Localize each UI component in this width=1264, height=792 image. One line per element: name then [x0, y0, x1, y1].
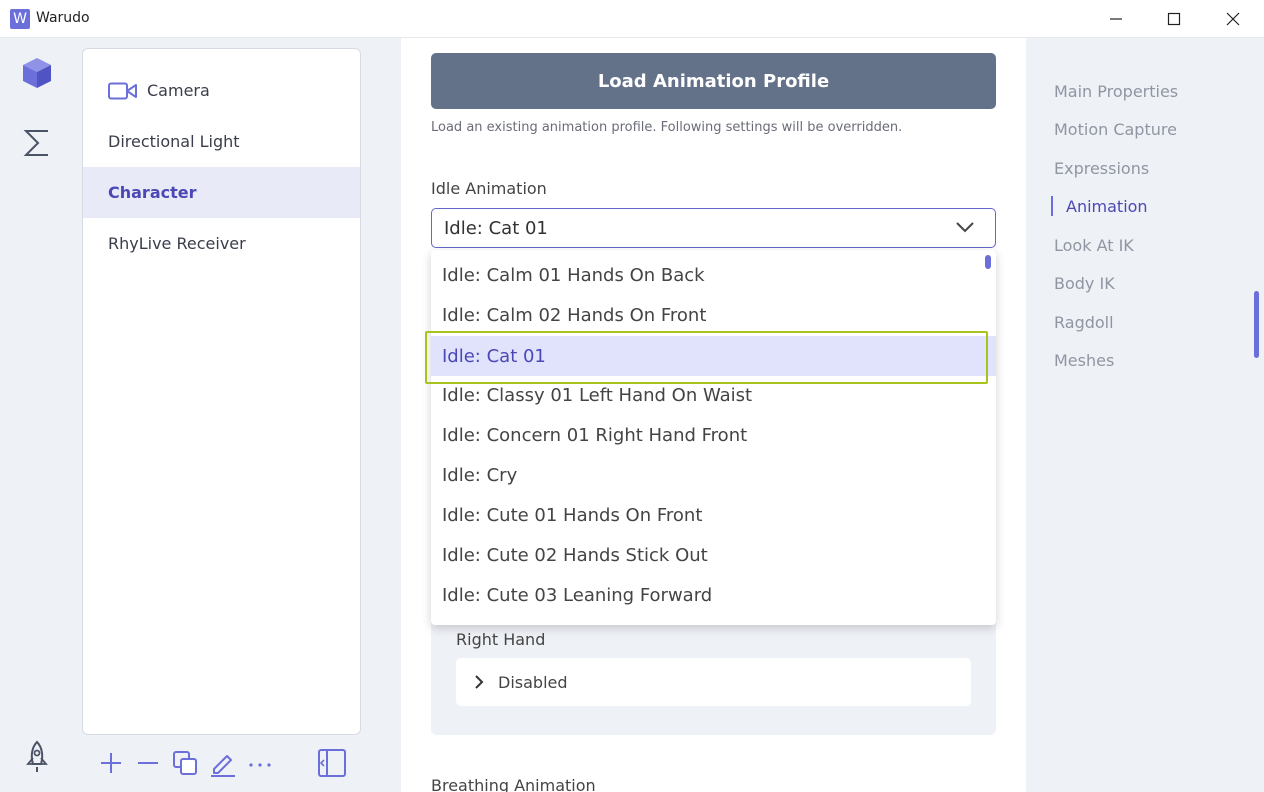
nav-look-at-ik[interactable]: Look At IK [1054, 236, 1134, 255]
dropdown-option[interactable]: Idle: Cute 01 Hands On Front [431, 495, 996, 535]
scene-cube-icon[interactable] [20, 56, 54, 90]
load-animation-profile-button[interactable]: Load Animation Profile [431, 53, 996, 109]
section-nav: Main Properties Motion Capture Expressio… [1026, 38, 1264, 792]
idle-animation-label: Idle Animation [431, 179, 547, 198]
nav-expressions[interactable]: Expressions [1054, 159, 1149, 178]
load-profile-hint: Load an existing animation profile. Foll… [431, 120, 903, 135]
focus-highlight [425, 331, 988, 384]
right-hand-label: Right Hand [456, 630, 546, 649]
node-list: Camera Directional Light Character RhyLi… [82, 48, 361, 735]
close-icon [1226, 12, 1240, 26]
chevron-right-icon [475, 675, 484, 689]
maximize-icon [1167, 12, 1181, 26]
left-rail [0, 38, 72, 792]
nav-main-properties[interactable]: Main Properties [1054, 82, 1178, 101]
chevron-down-icon [956, 222, 974, 233]
nav-body-ik[interactable]: Body IK [1054, 274, 1115, 293]
minimize-button[interactable] [1087, 0, 1145, 38]
app-logo: W [10, 9, 30, 29]
nav-meshes[interactable]: Meshes [1054, 351, 1114, 370]
list-item-directional-light[interactable]: Directional Light [83, 116, 360, 167]
list-toolbar [96, 745, 356, 781]
idle-animation-value: Idle: Cat 01 [444, 217, 548, 239]
dropdown-option[interactable]: Idle: Cry [431, 455, 996, 495]
add-button[interactable] [96, 745, 126, 781]
idle-animation-select[interactable]: Idle: Cat 01 [431, 208, 996, 248]
active-nav-indicator [1051, 196, 1053, 216]
minus-icon [138, 762, 158, 764]
list-item-label: Camera [147, 81, 210, 100]
dropdown-option[interactable]: Idle: Calm 01 Hands On Back [431, 255, 996, 295]
dropdown-option[interactable]: Idle: Cute 03 Leaning Forward [431, 575, 996, 615]
more-button[interactable] [245, 745, 275, 781]
title-bar: W Warudo [0, 0, 1264, 38]
remove-button[interactable] [133, 745, 163, 781]
nav-animation[interactable]: Animation [1066, 197, 1148, 216]
nav-motion-capture[interactable]: Motion Capture [1054, 120, 1177, 139]
close-button[interactable] [1204, 0, 1262, 38]
rocket-icon[interactable] [20, 740, 54, 774]
nav-scrollbar[interactable] [1254, 291, 1259, 358]
camera-icon [108, 82, 137, 100]
dropdown-option[interactable]: Idle: Cute 02 Hands Stick Out [431, 535, 996, 575]
window-title: Warudo [36, 10, 90, 26]
sidebar-collapse-icon [318, 749, 346, 777]
dropdown-option[interactable]: Idle: Concern 01 Right Hand Front [431, 415, 996, 455]
right-hand-expander[interactable]: Disabled [456, 658, 971, 706]
list-item-character[interactable]: Character [83, 167, 360, 218]
minimize-icon [1110, 18, 1122, 20]
list-item-label: Directional Light [108, 132, 240, 151]
pencil-icon [211, 755, 235, 777]
list-item-camera[interactable]: Camera [83, 65, 360, 116]
nav-ragdoll[interactable]: Ragdoll [1054, 313, 1114, 332]
plus-icon [101, 753, 121, 773]
duplicate-button[interactable] [170, 745, 200, 781]
list-item-rhylive-receiver[interactable]: RhyLive Receiver [83, 218, 360, 269]
maximize-button[interactable] [1145, 0, 1203, 38]
idle-animation-dropdown: Idle: Calm 01 Hands On Back Idle: Calm 0… [431, 250, 996, 625]
collapse-panel-button[interactable] [317, 745, 347, 781]
list-item-label: Character [108, 183, 197, 202]
right-hand-value: Disabled [498, 672, 568, 692]
rename-button[interactable] [208, 745, 238, 781]
sigma-blueprint-icon[interactable] [20, 126, 54, 160]
list-item-label: RhyLive Receiver [108, 234, 246, 253]
more-icon [249, 763, 271, 767]
dropdown-option[interactable]: Idle: Calm 02 Hands On Front [431, 295, 996, 335]
duplicate-icon [173, 751, 197, 775]
breathing-animation-label: Breathing Animation [431, 776, 596, 792]
